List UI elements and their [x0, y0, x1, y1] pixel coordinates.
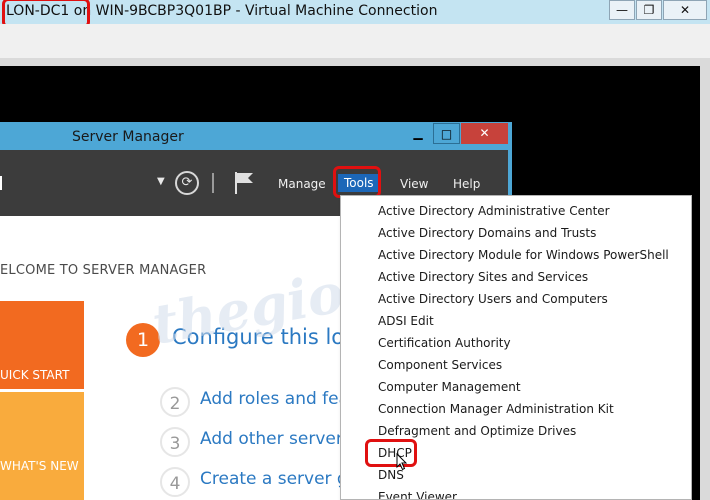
vm-frame-border	[0, 58, 710, 66]
vm-titlebar[interactable]: LON-DC1 on WIN-9BCBP3Q01BP - Virtual Mac…	[0, 0, 710, 24]
sm-minimize-button[interactable]: ▁	[405, 123, 431, 144]
quick-start-label: UICK START	[0, 368, 70, 382]
chevron-down-icon[interactable]: ▼	[157, 176, 165, 187]
vm-toolbar	[0, 24, 710, 59]
welcome-heading: ELCOME TO SERVER MANAGER	[0, 263, 207, 278]
add-servers-link[interactable]: Add other servers	[200, 429, 352, 449]
vm-minimize-button[interactable]: —	[609, 0, 635, 20]
sm-maximize-button[interactable]: □	[433, 123, 460, 144]
menu-help[interactable]: Help	[453, 177, 480, 191]
menu-item-ad-domains-trusts[interactable]: Active Directory Domains and Trusts	[341, 222, 691, 244]
menu-item-dns[interactable]: DNS	[341, 464, 691, 486]
dhcp-highlight	[365, 439, 417, 467]
create-server-group-link[interactable]: Create a server gr	[200, 469, 355, 489]
menu-item-ad-sites-services[interactable]: Active Directory Sites and Services	[341, 266, 691, 288]
step-number: 3	[160, 427, 190, 457]
menu-item-component-services[interactable]: Component Services	[341, 354, 691, 376]
sm-close-button[interactable]: ✕	[461, 123, 508, 144]
step-number: 2	[160, 387, 190, 417]
menu-manage[interactable]: Manage	[278, 177, 326, 191]
menu-item-ad-powershell-module[interactable]: Active Directory Module for Windows Powe…	[341, 244, 691, 266]
add-roles-link[interactable]: Add roles and feat	[200, 389, 356, 409]
mouse-cursor-icon	[396, 453, 408, 471]
flag-icon[interactable]	[232, 170, 256, 196]
server-manager-titlebar[interactable]: Server Manager ▁ □ ✕	[0, 122, 512, 150]
whats-new-label: WHAT'S NEW	[0, 459, 79, 473]
breadcrumb-edge	[0, 176, 2, 190]
menu-item-ad-users-computers[interactable]: Active Directory Users and Computers	[341, 288, 691, 310]
menu-item-ad-admin-center[interactable]: Active Directory Administrative Center	[341, 200, 691, 222]
vm-close-button[interactable]: ✕	[663, 0, 707, 20]
refresh-icon[interactable]: ⟳	[175, 171, 199, 195]
menu-item-computer-management[interactable]: Computer Management	[341, 376, 691, 398]
vm-right-frame	[700, 58, 710, 500]
step-number: 4	[160, 467, 190, 497]
server-manager-title: Server Manager	[72, 129, 184, 145]
quick-start-tile[interactable]: UICK START	[0, 301, 84, 389]
tools-highlight	[333, 166, 381, 198]
vm-maximize-button[interactable]: ❐	[636, 0, 662, 20]
menu-item-adsi-edit[interactable]: ADSI Edit	[341, 310, 691, 332]
menu-item-event-viewer[interactable]: Event Viewer	[341, 486, 691, 499]
menu-item-certification-authority[interactable]: Certification Authority	[341, 332, 691, 354]
menu-item-connection-manager-kit[interactable]: Connection Manager Administration Kit	[341, 398, 691, 420]
header-separator	[212, 173, 214, 193]
whats-new-tile[interactable]: WHAT'S NEW	[0, 392, 84, 500]
menu-view[interactable]: View	[400, 177, 428, 191]
